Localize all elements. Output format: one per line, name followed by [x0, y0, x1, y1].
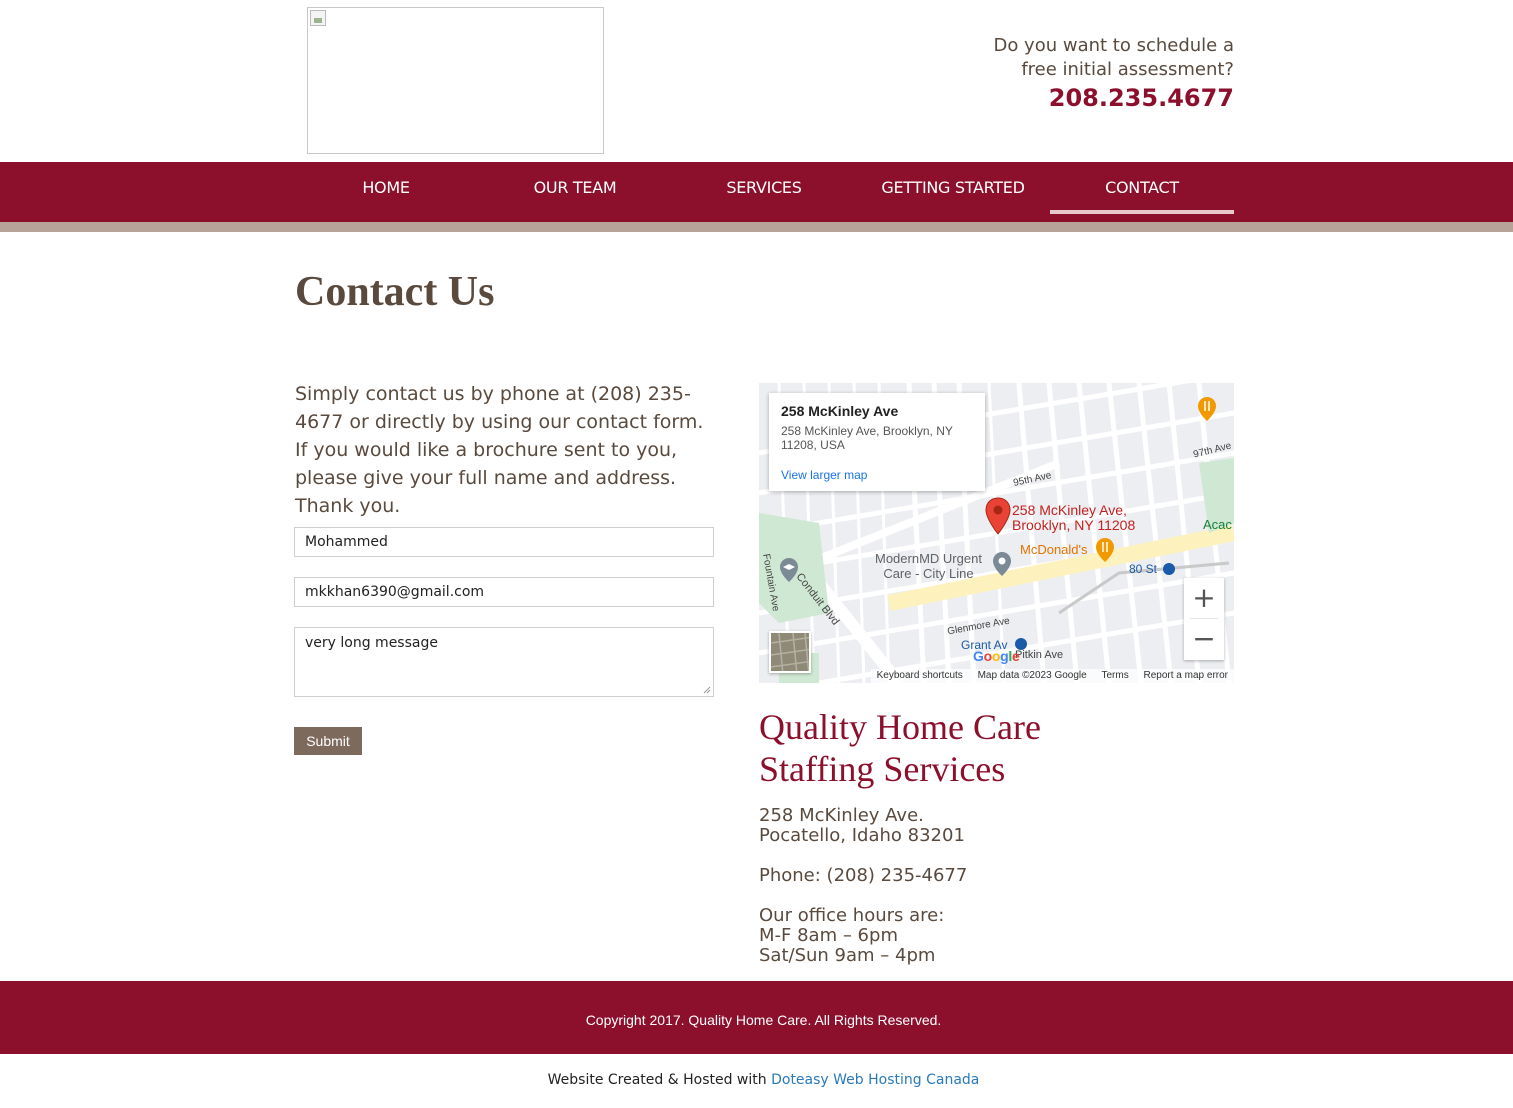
main-nav: HOME OUR TEAM SERVICES GETTING STARTED C… — [0, 162, 1513, 222]
google-logo: Google — [973, 648, 1020, 664]
poi-urgent-care-line-2: Care - City Line — [883, 566, 974, 581]
google-map-embed[interactable]: 258 McKinley Ave, Brooklyn, NY 11208 McD… — [759, 383, 1234, 683]
restaurant-marker-icon[interactable] — [1197, 396, 1217, 422]
map-info-card: 258 McKinley Ave 258 McKinley Ave, Brook… — [769, 393, 985, 491]
station-80-st[interactable]: 80 St — [1129, 562, 1157, 576]
nav-divider-strip — [0, 222, 1513, 232]
address-line-2: Pocatello, Idaho 83201 — [759, 825, 965, 846]
office-hours-title: Our office hours are: — [759, 905, 945, 926]
keyboard-shortcuts-link[interactable]: Keyboard shortcuts — [877, 670, 963, 681]
company-contact-block: 258 McKinley Ave. Pocatello, Idaho 83201… — [759, 806, 967, 966]
map-pin-icon[interactable] — [985, 497, 1011, 535]
map-card-address: 258 McKinley Ave, Brooklyn, NY 11208, US… — [781, 424, 953, 452]
cta-line-2: free initial assessment? — [1021, 59, 1234, 80]
nav-our-team[interactable]: OUR TEAM — [483, 162, 667, 222]
name-input[interactable]: Mohammed — [294, 527, 714, 557]
medical-marker-icon[interactable] — [992, 551, 1012, 577]
site-header: Do you want to schedule a free initial a… — [0, 0, 1513, 162]
map-zoom-controls: + − — [1184, 578, 1224, 660]
restaurant-marker-icon[interactable] — [1095, 537, 1115, 563]
pin-label-line-2: Brooklyn, NY 11208 — [1012, 517, 1136, 533]
message-textarea[interactable]: very long message — [294, 627, 714, 697]
report-map-error-link[interactable]: Report a map error — [1144, 670, 1228, 681]
nav-home[interactable]: HOME — [294, 162, 478, 222]
broken-image-icon — [310, 10, 326, 26]
office-hours-weekend: Sat/Sun 9am – 4pm — [759, 945, 936, 966]
map-terms-link[interactable]: Terms — [1102, 670, 1129, 681]
contact-intro: Simply contact us by phone at (208) 235-… — [295, 383, 704, 517]
resize-grip-icon[interactable] — [703, 686, 711, 694]
satellite-toggle-button[interactable] — [769, 631, 811, 673]
map-card-title: 258 McKinley Ave — [781, 403, 899, 419]
nav-services[interactable]: SERVICES — [672, 162, 856, 222]
header-phone-link[interactable]: 208.235.4677 — [993, 82, 1234, 114]
cta-line-1: Do you want to schedule a — [993, 35, 1234, 56]
zoom-out-button[interactable]: − — [1184, 619, 1224, 659]
satellite-thumbnail-icon — [771, 633, 809, 671]
view-larger-map-link[interactable]: View larger map — [781, 468, 973, 482]
name-input-value: Mohammed — [305, 534, 388, 550]
nav-contact[interactable]: CONTACT — [1050, 162, 1234, 222]
pin-label: 258 McKinley Ave, Brooklyn, NY 11208 — [1012, 503, 1135, 533]
zoom-in-button[interactable]: + — [1184, 578, 1224, 618]
nav-getting-started[interactable]: GETTING STARTED — [861, 162, 1045, 222]
poi-mcdonalds[interactable]: McDonald's — [1020, 542, 1088, 557]
company-name-line-2: Staffing Services — [759, 749, 1006, 789]
message-textarea-value: very long message — [305, 635, 438, 651]
site-footer: Copyright 2017. Quality Home Care. All R… — [0, 981, 1513, 1054]
company-name-line-1: Quality Home Care — [759, 707, 1041, 747]
office-hours-weekday: M-F 8am – 6pm — [759, 925, 898, 946]
credit-prefix: Website Created & Hosted with — [547, 1072, 767, 1088]
email-input-value: mkkhan6390@gmail.com — [305, 584, 485, 600]
map-attribution-bar: Keyboard shortcuts Map data ©2023 Google… — [870, 669, 1234, 683]
site-logo[interactable] — [307, 7, 604, 154]
poi-urgent-care[interactable]: ModernMD Urgent Care - City Line — [875, 551, 982, 581]
street-pitkin: Pitkin Ave — [1015, 649, 1064, 661]
company-phone: Phone: (208) 235-4677 — [759, 865, 968, 886]
subway-icon — [1163, 563, 1175, 575]
company-name: Quality Home Care Staffing Services — [759, 706, 1041, 790]
doteasy-link[interactable]: Doteasy Web Hosting Canada — [771, 1072, 979, 1088]
address-line-1: 258 McKinley Ave. — [759, 805, 924, 826]
map-data-attribution: Map data ©2023 Google — [977, 670, 1087, 681]
poi-acac[interactable]: Acac — [1203, 517, 1232, 532]
copyright-text: Copyright 2017. Quality Home Care. All R… — [585, 1012, 942, 1028]
page-title: Contact Us — [295, 269, 495, 315]
pin-label-line-1: 258 McKinley Ave, — [1012, 502, 1127, 518]
poi-urgent-care-line-1: ModernMD Urgent — [875, 551, 982, 566]
header-cta: Do you want to schedule a free initial a… — [993, 34, 1234, 114]
hosting-credit: Website Created & Hosted with Doteasy We… — [0, 1072, 1513, 1088]
submit-button[interactable]: Submit — [294, 727, 362, 755]
email-input[interactable]: mkkhan6390@gmail.com — [294, 577, 714, 607]
